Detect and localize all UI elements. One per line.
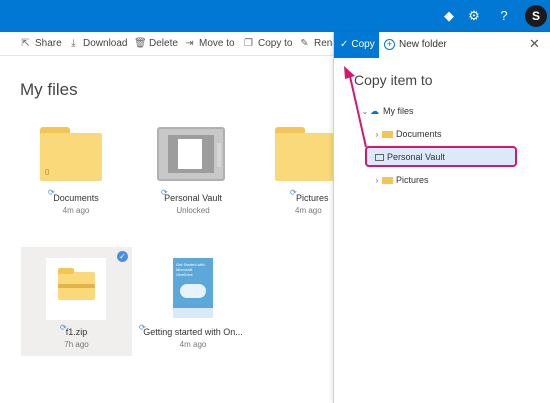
cloud-icon: ☁ [370, 106, 379, 116]
download-icon: ⤓ [71, 38, 76, 49]
help-icon[interactable]: ? [495, 7, 513, 25]
chevron-right-icon[interactable]: › [372, 128, 382, 142]
copy-to-label: Copy to [258, 38, 293, 49]
new-folder-label: New folder [399, 39, 447, 50]
folder-icon [382, 177, 393, 184]
delete-button[interactable]: 🗑 Delete [134, 37, 178, 51]
gear-icon[interactable]: ⚙ [465, 7, 483, 25]
tree-item-pictures[interactable]: › Pictures [372, 173, 429, 187]
command-bar: ⇱ Share ⤓ Download 🗑 Delete ⇥ Move to ❐ Copy … [0, 32, 333, 56]
share-icon: ⇱ [21, 38, 30, 49]
zip-folder-icon [58, 268, 95, 300]
copy-panel: ✓ Copy + New folder ✕ Copy item to [333, 32, 550, 403]
tree-item-personal-vault[interactable]: Personal Vault [375, 150, 445, 164]
download-button[interactable]: ⤓ Download [68, 37, 127, 51]
page-title: My files [20, 80, 78, 99]
copy-icon: ❐ [244, 38, 253, 49]
share-label: Share [35, 38, 62, 49]
move-icon: ⇥ [185, 38, 194, 49]
rename-icon: ✎ [300, 38, 309, 49]
chevron-down-icon[interactable]: ⌄ [360, 105, 370, 119]
item-name: Documents [53, 193, 99, 203]
copy-to-button[interactable]: ❐ Copy to [243, 37, 292, 51]
item-name: Getting started with On... [143, 327, 243, 337]
item-name: f1.zip [65, 327, 88, 337]
item-modified: 4m ago [295, 206, 322, 215]
delete-icon: 🗑 [134, 38, 147, 49]
new-folder-button[interactable]: + New folder [384, 38, 447, 52]
folder-icon [275, 127, 337, 181]
copy-label: Copy [351, 39, 375, 50]
check-icon: ✓ [340, 39, 349, 50]
item-count: 0 [45, 168, 50, 177]
panel-toolbar: ✓ Copy + New folder ✕ [334, 32, 550, 58]
cloud-icon [180, 284, 206, 298]
tree-label: Pictures [396, 175, 429, 185]
document-thumbnail: Get Started with Microsoft OneDrive [173, 258, 213, 318]
tree-item-documents[interactable]: › Documents [372, 127, 442, 141]
tree-item-my-files[interactable]: ⌄ ☁ My files [360, 104, 414, 118]
diamond-icon[interactable]: ◆ [440, 7, 458, 25]
item-modified: 4m ago [62, 206, 90, 215]
tree-label: Documents [396, 129, 442, 139]
panel-title: Copy item to [354, 72, 433, 88]
folder-icon [382, 131, 393, 138]
rename-button[interactable]: ✎ Rena [299, 37, 333, 51]
top-bar: ◆ ⚙ ? S [0, 0, 550, 32]
item-status: Unlocked [176, 206, 210, 215]
close-icon[interactable]: ✕ [529, 37, 540, 51]
item-name: Pictures [296, 193, 329, 203]
vault-icon [157, 127, 225, 181]
avatar[interactable]: S [525, 5, 547, 27]
tree-label: Personal Vault [387, 152, 445, 162]
cover-text: Get Started with Microsoft OneDrive [176, 262, 205, 277]
plus-icon: + [384, 39, 395, 50]
vault-icon [375, 154, 384, 161]
folder-icon: 0 [40, 127, 102, 181]
copy-button[interactable]: ✓ Copy [334, 32, 379, 58]
chevron-right-icon[interactable]: › [372, 174, 382, 188]
download-label: Download [83, 38, 128, 49]
move-to-button[interactable]: ⇥ Move to [184, 37, 235, 51]
checkmark-icon[interactable]: ✓ [117, 251, 128, 262]
share-button[interactable]: ⇱ Share [20, 37, 62, 51]
item-modified: 7h ago [64, 340, 89, 349]
delete-label: Delete [149, 38, 178, 49]
rename-label: Rena [314, 38, 333, 49]
item-modified: 4m ago [179, 340, 207, 349]
tree-label: My files [383, 106, 414, 116]
item-name: Personal Vault [164, 193, 222, 203]
move-to-label: Move to [199, 38, 235, 49]
